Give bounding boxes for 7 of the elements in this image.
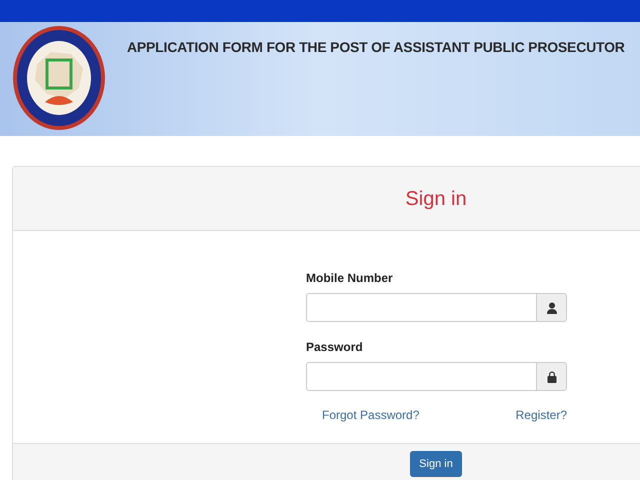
forgot-password-link[interactable]: Forgot Password? [322, 406, 420, 424]
sign-in-button[interactable]: Sign in [410, 451, 462, 477]
register-link[interactable]: Register? [516, 406, 567, 424]
panel-heading: Sign in [405, 186, 467, 212]
page-title: APPLICATION FORM FOR THE POST OF ASSISTANT PUBLIC PROSECUTOR [127, 38, 625, 57]
field-label: Mobile Number [306, 270, 394, 287]
field-label: Password [306, 339, 364, 356]
